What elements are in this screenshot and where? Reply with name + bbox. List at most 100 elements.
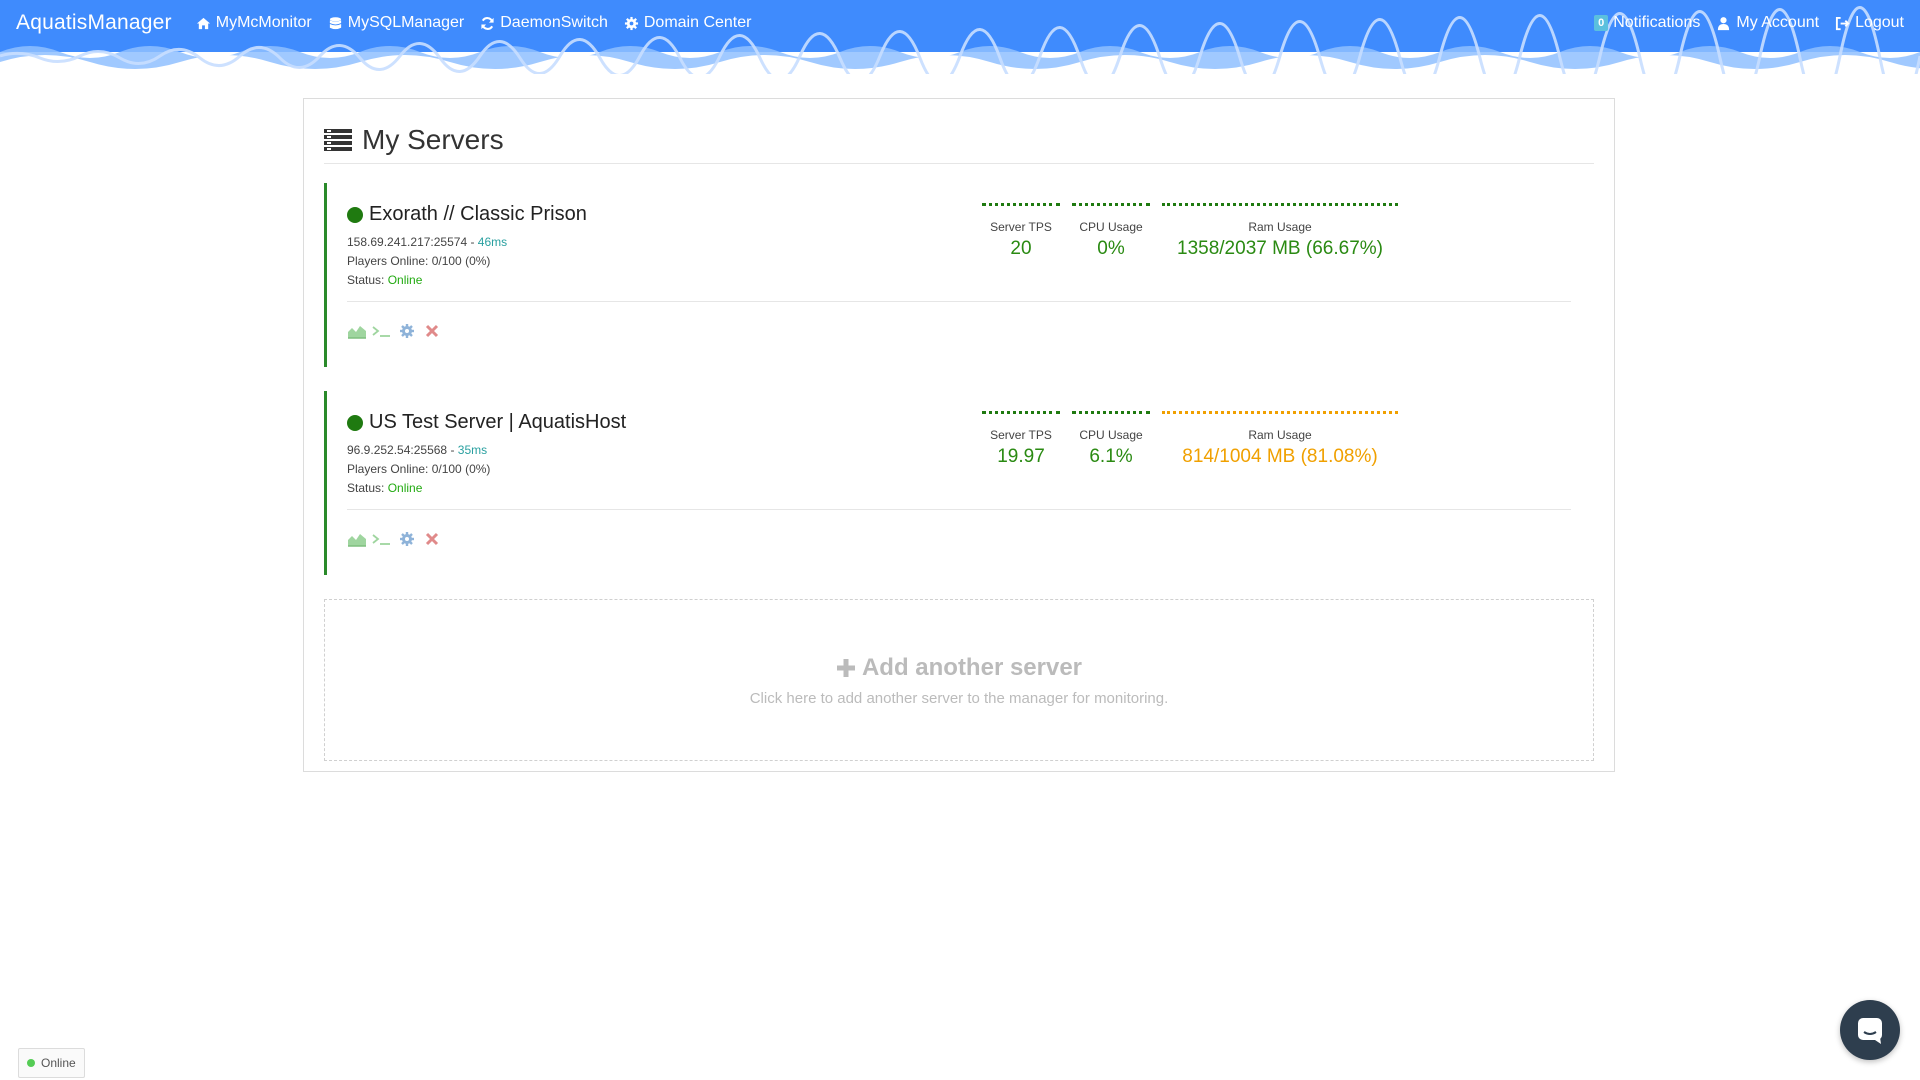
server-actions	[347, 323, 442, 339]
server-name[interactable]: US Test Server | AquatisHost	[369, 411, 626, 434]
stat-bar	[1072, 203, 1150, 208]
server-list-icon	[324, 129, 352, 151]
status-value: Online	[387, 481, 423, 495]
delete-icon[interactable]	[422, 323, 442, 339]
nav-right: 0 Notifications My Account Logout	[1594, 14, 1904, 32]
server-card: US Test Server | AquatisHost 96.9.252.54…	[324, 391, 1574, 575]
server-status-line: Status: Online	[347, 479, 490, 498]
server-meta: 96.9.252.54:25568 - 35ms Players Online:…	[347, 441, 490, 498]
stat-ram: Ram Usage 1358/2037 MB (66.67%)	[1162, 203, 1398, 260]
nav-link-label: MyMcMonitor	[215, 14, 312, 31]
nav-links: MyMcMonitor MySQLManager DaemonSwitch Do…	[196, 14, 752, 32]
logout-label: Logout	[1855, 14, 1904, 31]
add-server-title-text: Add another server	[861, 654, 1083, 681]
players-online: Players Online: 0/100 (0%)	[347, 462, 491, 476]
server-name-row: US Test Server | AquatisHost	[347, 411, 626, 434]
my-account-link[interactable]: My Account	[1716, 14, 1819, 32]
players-online: Players Online: 0/100 (0%)	[347, 254, 491, 268]
home-icon	[196, 17, 210, 29]
stat-value: 6.1%	[1089, 446, 1133, 467]
server-ping: 35ms	[457, 443, 488, 457]
add-server-title: Add another server	[325, 654, 1593, 682]
add-server-box[interactable]: Add another server Click here to add ano…	[324, 599, 1594, 761]
chart-icon[interactable]	[347, 323, 367, 339]
stat-value: 814/1004 MB (81.08%)	[1182, 446, 1378, 467]
notifications-link[interactable]: 0 Notifications	[1594, 14, 1700, 32]
stat-label: Ram Usage	[1248, 428, 1312, 442]
status-label: Status:	[347, 273, 385, 287]
server-address-line: 158.69.241.217:25574 - 46ms	[347, 235, 508, 249]
stat-label: CPU Usage	[1079, 428, 1143, 442]
online-status-label: Online	[41, 1056, 76, 1070]
online-status-dot	[347, 414, 363, 431]
online-indicator-dot	[27, 1059, 35, 1067]
logout-icon	[1836, 16, 1850, 30]
nav-link-domain-center[interactable]: Domain Center	[624, 14, 752, 32]
server-divider	[347, 509, 1571, 510]
servers-panel: My Servers Exorath // Classic Prison 158…	[303, 98, 1615, 772]
stat-cpu: CPU Usage 6.1%	[1072, 411, 1150, 468]
stat-bar	[982, 203, 1060, 208]
server-stats: Server TPS 20 CPU Usage 0% Ram Usage 135…	[982, 203, 1398, 260]
panel-heading: My Servers	[324, 117, 1594, 164]
online-status-pill[interactable]: Online	[18, 1048, 85, 1078]
nav-link-daemonswitch[interactable]: DaemonSwitch	[480, 14, 608, 32]
stat-value: 1358/2037 MB (66.67%)	[1177, 238, 1383, 259]
server-divider	[347, 301, 1571, 302]
chart-icon[interactable]	[347, 531, 367, 547]
online-status-dot	[347, 206, 363, 223]
add-server-subtitle: Click here to add another server to the …	[749, 690, 1169, 707]
stat-value: 19.97	[997, 446, 1045, 467]
nav-link-label: MySQLManager	[347, 14, 465, 31]
nav-link-label: Domain Center	[643, 14, 752, 31]
chat-launcher-button[interactable]	[1840, 1000, 1900, 1060]
navbar-content: AquatisManager MyMcMonitor MySQLManager …	[0, 0, 1920, 46]
settings-icon[interactable]	[397, 323, 417, 339]
terminal-icon[interactable]	[372, 323, 392, 339]
delete-icon[interactable]	[422, 531, 442, 547]
server-ping: 46ms	[477, 235, 508, 249]
stat-bar	[1072, 411, 1150, 416]
server-stats: Server TPS 19.97 CPU Usage 6.1% Ram Usag…	[982, 411, 1398, 468]
server-actions	[347, 531, 442, 547]
server-name[interactable]: Exorath // Classic Prison	[369, 203, 587, 226]
nav-link-label: DaemonSwitch	[500, 14, 608, 31]
plus-icon	[836, 659, 855, 677]
stat-label: Server TPS	[990, 428, 1052, 442]
database-icon	[329, 16, 341, 29]
settings-icon[interactable]	[397, 531, 417, 547]
logout-link[interactable]: Logout	[1835, 14, 1904, 32]
terminal-icon[interactable]	[372, 531, 392, 547]
stat-value: 0%	[1097, 238, 1125, 259]
brand-logo[interactable]: AquatisManager	[16, 11, 172, 35]
notification-count-badge: 0	[1594, 15, 1609, 31]
nav-link-mysqlmanager[interactable]: MySQLManager	[328, 14, 465, 32]
top-navbar: AquatisManager MyMcMonitor MySQLManager …	[0, 0, 1920, 74]
stat-tps: Server TPS 20	[982, 203, 1060, 260]
stat-bar	[982, 411, 1060, 416]
stat-value: 20	[1010, 238, 1032, 259]
stat-cpu: CPU Usage 0%	[1072, 203, 1150, 260]
page-title: My Servers	[362, 124, 504, 155]
server-address-line: 96.9.252.54:25568 - 35ms	[347, 443, 488, 457]
stat-label: CPU Usage	[1079, 220, 1143, 234]
stat-label: Ram Usage	[1248, 220, 1312, 234]
server-address: 158.69.241.217:25574	[347, 235, 468, 249]
refresh-icon	[481, 16, 494, 30]
stat-bar	[1162, 411, 1398, 416]
status-value: Online	[387, 273, 423, 287]
my-account-label: My Account	[1736, 14, 1820, 31]
stat-ram: Ram Usage 814/1004 MB (81.08%)	[1162, 411, 1398, 468]
status-label: Status:	[347, 481, 385, 495]
stat-label: Server TPS	[990, 220, 1052, 234]
notifications-label: Notifications	[1613, 14, 1701, 31]
stat-bar	[1162, 203, 1398, 208]
server-card: Exorath // Classic Prison 158.69.241.217…	[324, 183, 1574, 367]
gear-icon	[624, 16, 638, 30]
server-status-line: Status: Online	[347, 271, 507, 290]
nav-link-mymcmonitor[interactable]: MyMcMonitor	[196, 14, 312, 32]
server-name-row: Exorath // Classic Prison	[347, 203, 587, 226]
server-address: 96.9.252.54:25568	[347, 443, 448, 457]
chat-icon	[1858, 1018, 1882, 1044]
server-meta: 158.69.241.217:25574 - 46ms Players Onli…	[347, 233, 507, 290]
